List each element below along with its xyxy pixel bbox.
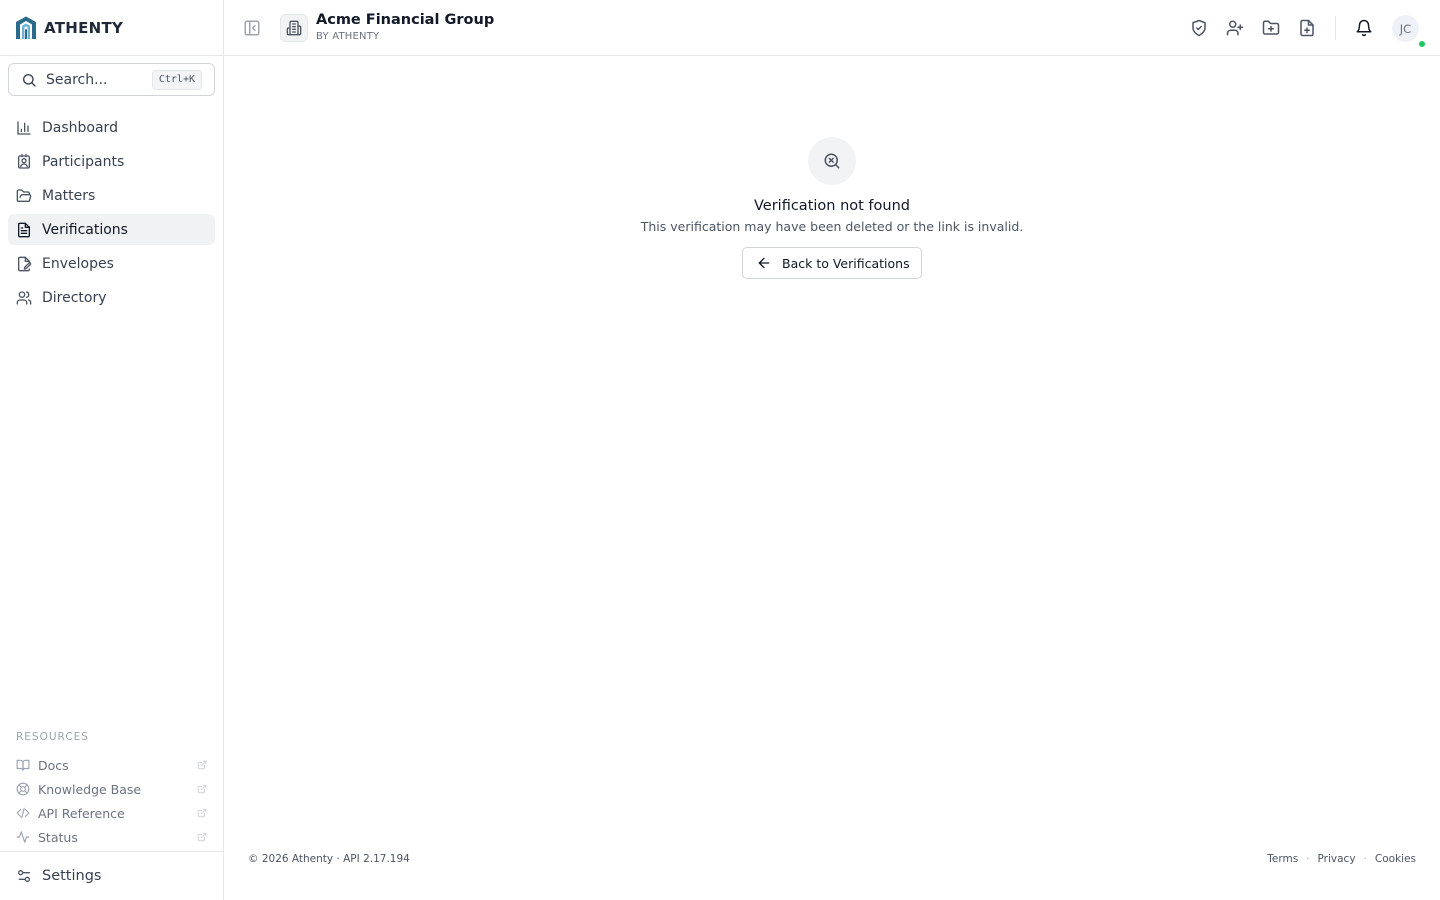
sidebar-item-settings[interactable]: Settings	[8, 861, 215, 891]
org-avatar[interactable]	[280, 14, 308, 42]
resource-label: Knowledge Base	[38, 781, 142, 797]
footer-separator: ·	[1363, 853, 1367, 865]
file-signature-icon	[18, 256, 32, 271]
back-button-label: Back to Verifications	[782, 255, 910, 271]
bell-icon[interactable]	[1355, 19, 1373, 37]
book-icon	[16, 759, 30, 771]
code-icon	[16, 807, 30, 819]
search-input[interactable]: Search... Ctrl+K	[8, 63, 215, 96]
resource-label: Status	[38, 829, 78, 845]
arrow-left-icon	[758, 257, 770, 269]
header-divider	[1335, 16, 1336, 40]
search-placeholder: Search...	[46, 71, 108, 88]
sidebar-item-participants[interactable]: Participants	[8, 146, 215, 177]
external-link-icon	[197, 760, 207, 770]
top-bar: Acme Financial Group BY ATHENTY JC	[224, 0, 1440, 56]
activity-icon	[16, 831, 30, 843]
resource-label: API Reference	[38, 805, 125, 821]
athenty-logo-icon	[16, 16, 36, 39]
sidebar-toggle-icon[interactable]	[243, 19, 261, 37]
footer-link-terms[interactable]: Terms	[1267, 853, 1298, 865]
online-status-indicator	[1418, 40, 1426, 48]
sliders-icon	[17, 870, 30, 882]
sidebar-item-dashboard[interactable]: Dashboard	[8, 112, 215, 143]
sidebar-nav: Dashboard Participants Matters Verificat…	[8, 112, 215, 316]
settings-label: Settings	[42, 868, 102, 884]
footer-separator: ·	[1306, 853, 1310, 865]
sidebar-item-matters[interactable]: Matters	[8, 180, 215, 211]
document-icon	[18, 222, 30, 237]
resource-link-docs[interactable]: Docs	[8, 753, 215, 777]
search-shortcut-badge: Ctrl+K	[151, 69, 202, 90]
sidebar-item-label: Matters	[42, 187, 96, 204]
file-plus-icon[interactable]	[1298, 19, 1316, 37]
brand[interactable]: ATHENTY	[14, 14, 123, 42]
building-icon	[286, 20, 302, 36]
resources-heading: RESOURCES	[16, 731, 89, 743]
resources-section: RESOURCES Docs Knowledge Base API Refere…	[8, 729, 215, 849]
sidebar-item-label: Directory	[42, 289, 107, 306]
contact-card-icon	[18, 153, 30, 169]
user-plus-icon[interactable]	[1226, 19, 1244, 37]
search-x-icon	[824, 153, 840, 169]
external-link-icon	[197, 784, 207, 794]
lifebuoy-icon	[16, 782, 30, 796]
org-title: Acme Financial Group	[316, 12, 495, 28]
search-icon	[23, 73, 36, 87]
divider	[0, 851, 223, 852]
sidebar-item-label: Verifications	[42, 221, 128, 238]
resource-link-status[interactable]: Status	[8, 825, 215, 849]
empty-state-title: Verification not found	[754, 198, 910, 214]
sidebar-item-verifications[interactable]: Verifications	[8, 214, 215, 245]
external-link-icon	[197, 832, 207, 842]
users-icon	[16, 290, 32, 305]
resource-link-api-reference[interactable]: API Reference	[8, 801, 215, 825]
sidebar-item-envelopes[interactable]: Envelopes	[8, 248, 215, 279]
sidebar: ATHENTY Search... Ctrl+K Dashboard Parti…	[0, 0, 224, 900]
sidebar-item-directory[interactable]: Directory	[8, 282, 215, 313]
shield-check-icon[interactable]	[1190, 19, 1208, 37]
divider	[0, 55, 223, 56]
sidebar-item-label: Envelopes	[42, 255, 114, 272]
external-link-icon	[197, 808, 207, 818]
footer-copyright: © 2026 Athenty · API 2.17.194	[248, 853, 410, 865]
bar-chart-icon	[17, 120, 31, 135]
user-avatar[interactable]: JC	[1392, 15, 1419, 42]
brand-name: ATHENTY	[44, 19, 124, 37]
org-subtitle: BY ATHENTY	[316, 31, 380, 42]
back-to-verifications-button[interactable]: Back to Verifications	[742, 247, 922, 279]
sidebar-item-label: Dashboard	[42, 119, 118, 136]
empty-state-description: This verification may have been deleted …	[640, 219, 1024, 234]
folder-plus-icon[interactable]	[1262, 19, 1280, 37]
footer-link-cookies[interactable]: Cookies	[1375, 853, 1416, 865]
footer-link-privacy[interactable]: Privacy	[1318, 853, 1356, 865]
folder-open-icon	[16, 188, 32, 202]
empty-state-illustration	[808, 137, 856, 185]
resource-label: Docs	[38, 757, 69, 773]
footer-links: Terms · Privacy · Cookies	[1267, 853, 1416, 865]
resource-link-knowledge-base[interactable]: Knowledge Base	[8, 777, 215, 801]
sidebar-item-label: Participants	[42, 153, 125, 170]
